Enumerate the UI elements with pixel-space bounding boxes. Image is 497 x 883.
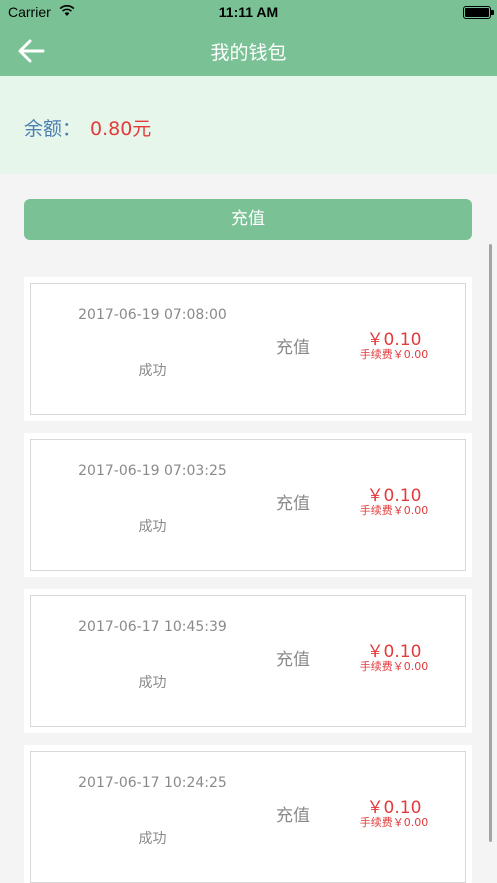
record-datetime: 2017-06-17 10:45:39 [78, 619, 227, 635]
record-fee: 手续费￥0.00 [359, 504, 429, 517]
list-item[interactable]: 2017-06-17 10:24:25 成功 充值 ￥0.10 手续费￥0.00 [24, 745, 472, 883]
record-fee: 手续费￥0.00 [359, 816, 429, 829]
record-fee: 手续费￥0.00 [359, 348, 429, 361]
transaction-list[interactable]: 2017-06-19 07:08:00 成功 充值 ￥0.10 手续费￥0.00… [0, 240, 497, 883]
record-fee: 手续费￥0.00 [359, 660, 429, 673]
record-status: 成功 [138, 363, 167, 379]
record-type: 充值 [276, 650, 310, 670]
action-area: 充值 [0, 174, 497, 240]
record-status: 成功 [138, 831, 167, 847]
list-item[interactable]: 2017-06-19 07:03:25 成功 充值 ￥0.10 手续费￥0.00 [24, 433, 472, 577]
record-status: 成功 [138, 519, 167, 535]
record-datetime: 2017-06-19 07:08:00 [78, 307, 227, 323]
record-type: 充值 [276, 494, 310, 514]
balance-amount: 0.80元 [90, 118, 152, 140]
list-item[interactable]: 2017-06-19 07:08:00 成功 充值 ￥0.10 手续费￥0.00 [24, 277, 472, 421]
balance-label: 余额： [24, 118, 82, 140]
record-datetime: 2017-06-19 07:03:25 [78, 463, 227, 479]
recharge-button[interactable]: 充值 [24, 199, 472, 240]
list-item[interactable]: 2017-06-17 10:45:39 成功 充值 ￥0.10 手续费￥0.00 [24, 589, 472, 733]
page-title: 我的钱包 [210, 42, 287, 64]
clock: 11:11 AM [218, 4, 279, 20]
status-bar: Carrier 11:11 AM [0, 0, 497, 26]
record-type: 充值 [276, 806, 310, 826]
record-type: 充值 [276, 338, 310, 358]
record-datetime: 2017-06-17 10:24:25 [78, 775, 227, 791]
scrollbar[interactable] [489, 244, 492, 842]
record-status: 成功 [138, 675, 167, 691]
nav-bar: 我的钱包 [0, 26, 497, 76]
balance-panel: 余额： 0.80元 [0, 76, 497, 174]
battery-icon [463, 6, 494, 19]
